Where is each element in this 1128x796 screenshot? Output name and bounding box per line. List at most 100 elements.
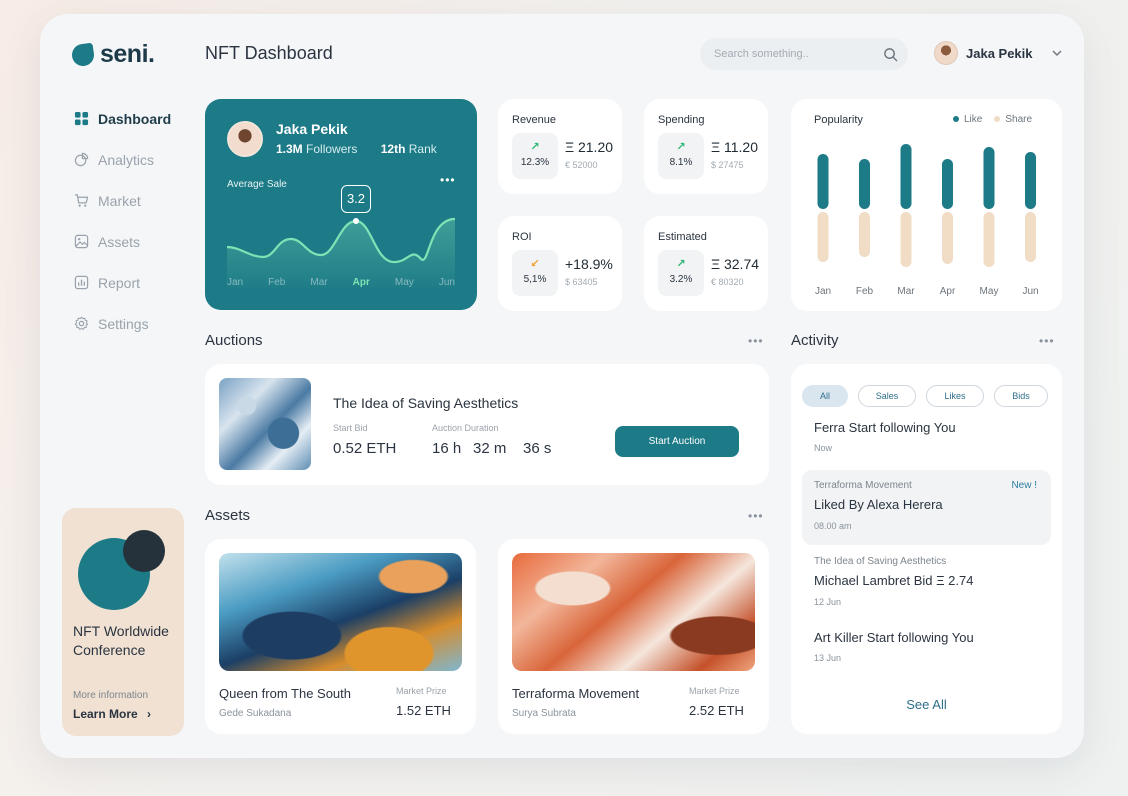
month-label: Feb: [268, 277, 286, 288]
stat-percent: 3.2%: [669, 274, 693, 285]
sidebar-item-analytics[interactable]: Analytics: [74, 139, 194, 180]
search-icon[interactable]: [883, 47, 898, 62]
month-label: Jun: [438, 277, 455, 288]
month-label: Jan: [227, 277, 244, 288]
asset-card[interactable]: Queen from The South Gede Sukadana Marke…: [205, 539, 476, 734]
auction-artwork-image: [219, 378, 311, 470]
stat-label: Estimated: [658, 231, 707, 243]
stat-percent: 5,1%: [523, 274, 547, 285]
stat-value: +18.9%: [565, 256, 613, 272]
stat-value: Ξ 11.20: [711, 139, 758, 155]
auctions-more-icon[interactable]: •••: [748, 334, 764, 348]
asset-price: 2.52 ETH: [689, 703, 744, 718]
month-label-active: Apr: [352, 277, 370, 288]
assets-more-icon[interactable]: •••: [748, 509, 764, 523]
arrow-up-right-icon: ↗: [676, 141, 686, 153]
sidebar-item-settings[interactable]: Settings: [74, 303, 194, 344]
stat-value: Ξ 21.20: [565, 139, 614, 155]
stat-badge: ↗ 12.3%: [512, 133, 558, 179]
new-badge: New !: [1011, 480, 1037, 491]
asset-artwork-image: [512, 553, 755, 671]
promo-title: NFT Worldwide Conference: [73, 623, 169, 658]
like-bar: [983, 147, 995, 209]
sidebar-item-label: Analytics: [98, 151, 155, 168]
like-bar: [942, 159, 953, 209]
stat-badge: ↗ 8.1%: [658, 133, 704, 179]
stat-badge: ↙ 5,1%: [512, 250, 558, 296]
asset-name: Terraforma Movement: [512, 686, 640, 701]
sidebar-item-label: Dashboard: [98, 110, 172, 127]
learn-more-link[interactable]: Learn More ›: [73, 707, 151, 721]
like-bar: [859, 159, 870, 209]
spending-card: Spending ↗ 8.1% Ξ 11.20 $ 27475: [644, 99, 768, 194]
pie-chart-icon: [74, 152, 89, 167]
sparkline-point: [353, 218, 359, 224]
filter-sales[interactable]: Sales: [858, 385, 916, 407]
activity-time: 12 Jun: [814, 597, 842, 607]
search-input[interactable]: [714, 48, 864, 60]
activity-item[interactable]: Ferra Start following You Now: [802, 420, 1051, 464]
activity-item[interactable]: Art Killer Start following You 13 Jun: [802, 630, 1051, 674]
avatar: [934, 41, 958, 65]
user-menu[interactable]: Jaka Pekik: [934, 41, 1063, 65]
share-bar: [983, 212, 995, 267]
sidebar-item-dashboard[interactable]: Dashboard: [74, 98, 194, 139]
conference-promo-card: NFT Worldwide Conference More informatio…: [62, 508, 184, 736]
activity-more-icon[interactable]: •••: [1039, 334, 1055, 348]
activity-text: Ferra Start following You: [814, 420, 956, 435]
duration-hours: 16 h: [432, 440, 462, 457]
share-bar: [817, 212, 829, 262]
sidebar-item-assets[interactable]: Assets: [74, 221, 194, 262]
activity-text: Art Killer Start following You: [814, 630, 974, 645]
stat-label: ROI: [512, 231, 532, 243]
popularity-chart: Jan Feb Mar Apr May Jun: [815, 144, 1039, 297]
month-label: May: [394, 277, 414, 288]
promo-circle-dark: [123, 530, 165, 572]
sidebar-item-label: Assets: [98, 233, 141, 250]
assets-heading: Assets: [205, 507, 251, 524]
x-tick-label: Jun: [1022, 286, 1038, 297]
activity-text: Liked By Alexa Herera: [814, 497, 943, 512]
cart-icon: [74, 194, 89, 207]
filter-bids[interactable]: Bids: [994, 385, 1048, 407]
like-bar: [900, 144, 912, 209]
activity-time: 13 Jun: [814, 653, 842, 663]
arrow-down-left-icon: ↙: [530, 258, 540, 270]
filter-all[interactable]: All: [802, 385, 848, 407]
activity-item[interactable]: The Idea of Saving Aesthetics Michael La…: [802, 556, 1051, 616]
auction-card: The Idea of Saving Aesthetics Start Bid …: [205, 364, 769, 485]
start-bid-label: Start Bid: [333, 423, 368, 433]
sidebar-item-market[interactable]: Market: [74, 180, 194, 221]
stat-sub: € 80320: [711, 277, 744, 287]
activity-item[interactable]: Terraforma Movement New ! Liked By Alexa…: [802, 470, 1051, 545]
month-label: Mar: [310, 277, 328, 288]
popularity-card: Popularity Like Share Jan Feb Mar Apr May Jun: [791, 99, 1062, 311]
value-tooltip: 3.2: [341, 185, 371, 213]
filter-likes[interactable]: Likes: [926, 385, 984, 407]
logo-text: seni.: [100, 40, 155, 68]
stat-sub: € 52000: [565, 160, 598, 170]
estimated-card: Estimated ↗ 3.2% Ξ 32.74 € 80320: [644, 216, 768, 311]
stat-sub: $ 63405: [565, 277, 598, 287]
asset-name: Queen from The South: [219, 686, 352, 701]
stat-label: Revenue: [512, 114, 557, 126]
sidebar-item-report[interactable]: Report: [74, 262, 194, 303]
duration-minutes: 32 m: [473, 440, 507, 457]
stat-label: Spending: [658, 114, 705, 126]
asset-card[interactable]: Terraforma Movement Surya Subrata Market…: [498, 539, 769, 734]
chevron-down-icon[interactable]: [1051, 47, 1063, 59]
activity-context: Terraforma Movement: [814, 480, 912, 491]
share-bar: [1025, 212, 1036, 262]
stat-percent: 12.3%: [520, 157, 550, 168]
sidebar-nav: Dashboard Analytics Market Assets Report…: [74, 98, 194, 344]
duration-seconds: 36 s: [523, 440, 552, 457]
see-all-link[interactable]: See All: [791, 697, 1062, 712]
stat-percent: 8.1%: [669, 157, 693, 168]
sidebar-item-label: Report: [98, 274, 141, 291]
start-auction-button[interactable]: Start Auction: [615, 426, 739, 457]
search-bar[interactable]: [700, 38, 908, 70]
activity-context: The Idea of Saving Aesthetics: [814, 556, 947, 567]
logo[interactable]: seni.: [70, 40, 155, 69]
share-bar: [942, 212, 953, 264]
stat-badge: ↗ 3.2%: [658, 250, 704, 296]
